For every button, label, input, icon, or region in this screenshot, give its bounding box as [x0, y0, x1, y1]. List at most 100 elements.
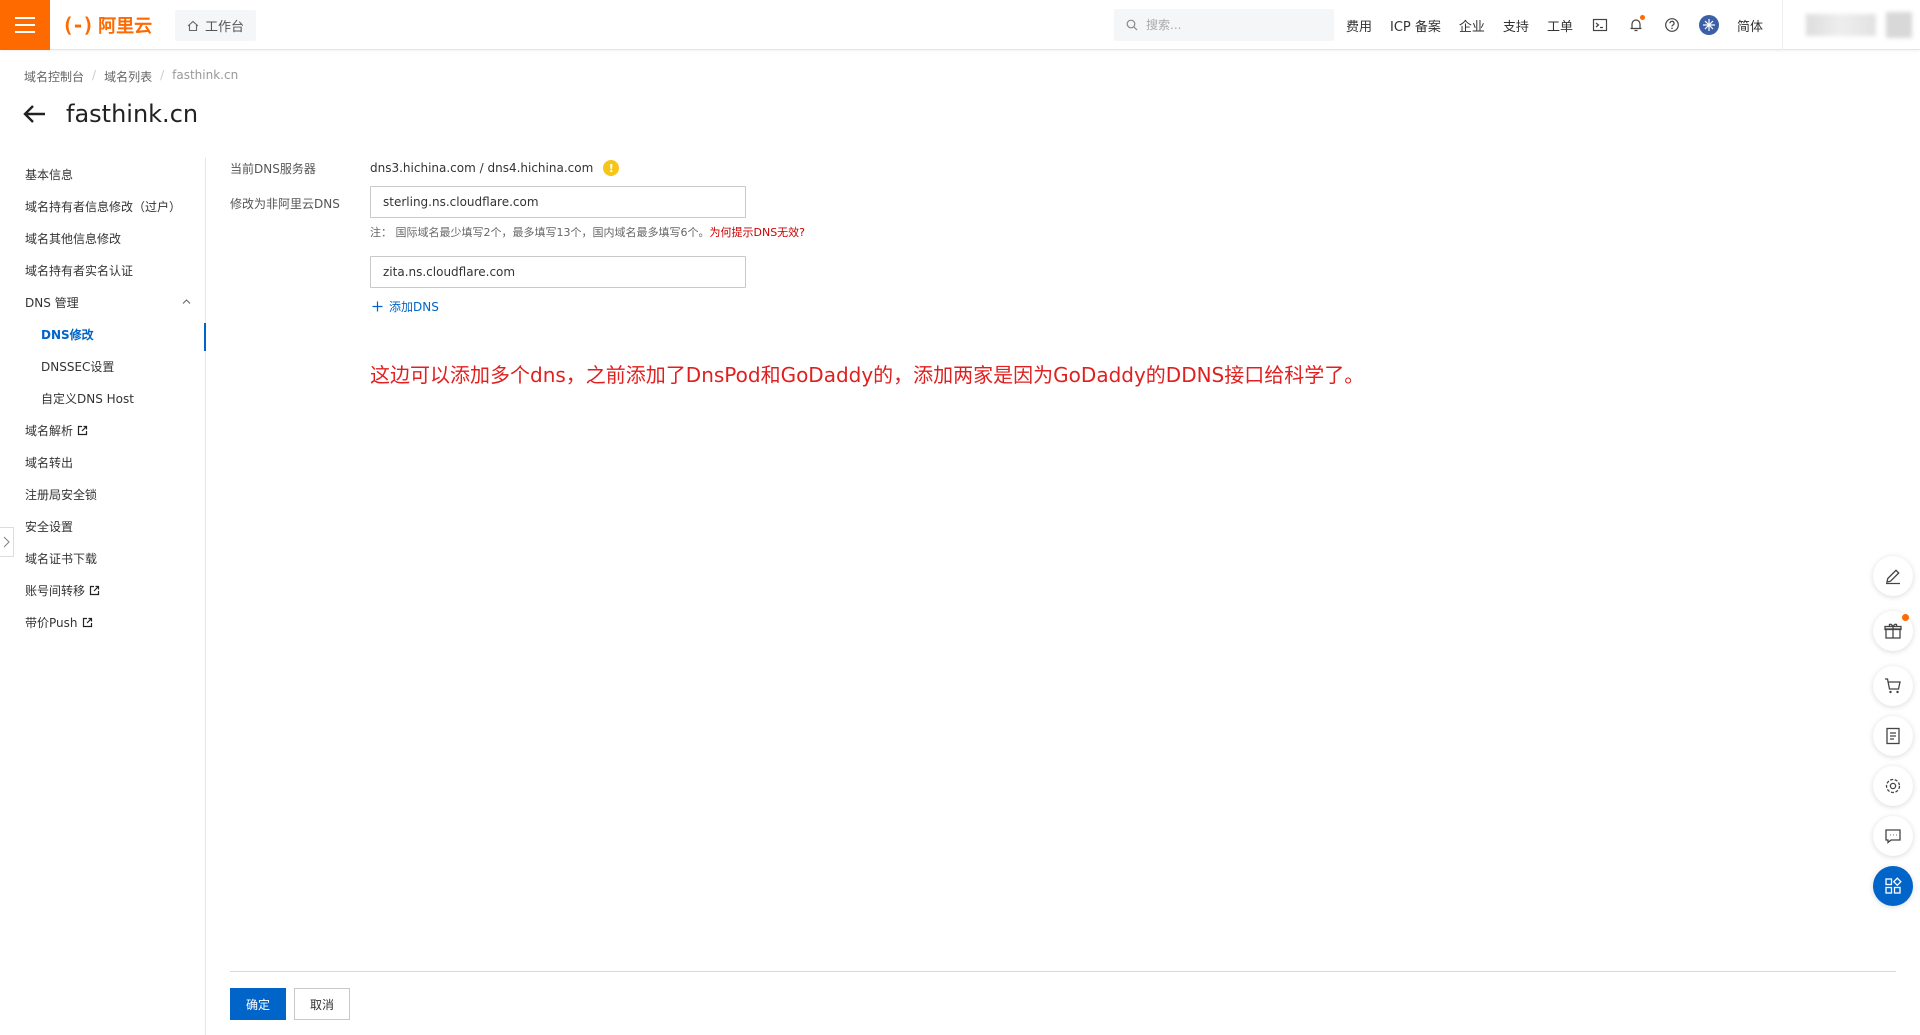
help-icon[interactable]: [1663, 16, 1681, 34]
sidebar-item-label: 域名解析: [25, 423, 74, 438]
search-icon: [1126, 19, 1138, 31]
chat-button[interactable]: [1873, 816, 1913, 856]
title-row: fasthink.cn: [22, 100, 198, 128]
current-dns-value: dns3.hichina.com / dns4.hichina.com !: [370, 160, 620, 176]
dns-invalid-help-link[interactable]: 为何提示DNS无效?: [710, 226, 806, 239]
dns-note-text: 注： 国际域名最少填写2个，最多填写13个，国内域名最多填写6个。: [370, 226, 710, 239]
workbench-button[interactable]: 工作台: [175, 10, 257, 41]
terminal-icon[interactable]: [1591, 16, 1609, 34]
document-button[interactable]: [1873, 716, 1913, 756]
sidebar-item-security[interactable]: 安全设置: [0, 510, 205, 542]
logo-mark: (-): [62, 13, 94, 37]
chevron-up-icon: [182, 299, 191, 304]
search-box[interactable]: [1114, 9, 1334, 41]
breadcrumb-separator: /: [160, 68, 165, 82]
sidebar-item-account-transfer[interactable]: 账号间转移: [0, 574, 205, 606]
page-title: fasthink.cn: [66, 100, 199, 128]
breadcrumb-item[interactable]: 域名列表: [104, 68, 152, 85]
cart-button[interactable]: [1873, 666, 1913, 706]
sidebar-item-label: 带价Push: [25, 615, 78, 630]
sidebar-item-label: 基本信息: [25, 167, 74, 182]
current-dns-text: dns3.hichina.com / dns4.hichina.com: [370, 161, 594, 175]
menu-icon[interactable]: [0, 0, 50, 50]
external-link-icon: [89, 585, 100, 595]
apps-icon: [1885, 877, 1902, 894]
chat-icon: [1885, 829, 1901, 844]
notification-dot: [1639, 15, 1645, 20]
sidebar-item-dnssec[interactable]: DNSSEC设置: [0, 350, 205, 382]
sidebar-item-other-info[interactable]: 域名其他信息修改: [0, 222, 205, 254]
nav-ticket[interactable]: 工单: [1547, 16, 1573, 35]
nav-icp[interactable]: ICP 备案: [1390, 16, 1441, 35]
document-icon: [1886, 727, 1900, 745]
nav-fees[interactable]: 费用: [1346, 16, 1372, 35]
workbench-label: 工作台: [205, 20, 245, 35]
external-link-icon: [77, 425, 88, 435]
sidebar-item-label: DNS修改: [41, 327, 94, 342]
dns-input-2[interactable]: [370, 256, 746, 288]
sidebar-item-label: DNS 管理: [25, 295, 79, 310]
breadcrumb: 域名控制台 / 域名列表 / fasthink.cn: [24, 68, 238, 85]
add-dns-button[interactable]: 添加DNS: [372, 298, 439, 315]
feedback-button[interactable]: [1873, 556, 1913, 596]
sidebar-collapse-toggle[interactable]: [0, 527, 14, 557]
top-bar: (-) 阿里云 工作台 费用 ICP 备案 企业 支持 工单 简体: [0, 0, 1920, 50]
sidebar-item-label: 域名证书下载: [25, 551, 98, 566]
bell-icon[interactable]: [1627, 15, 1645, 34]
logo-text: 阿里云: [98, 16, 153, 37]
current-dns-label: 当前DNS服务器: [230, 162, 316, 176]
sidebar-item-dns-management[interactable]: DNS 管理: [0, 286, 205, 318]
sidebar-item-label: 安全设置: [25, 519, 74, 534]
aliyun-logo[interactable]: (-) 阿里云: [62, 13, 152, 37]
globe-icon[interactable]: [1698, 15, 1719, 35]
home-icon: [187, 20, 199, 31]
apps-button[interactable]: [1873, 866, 1913, 906]
dns-note: 注： 国际域名最少填写2个，最多填写13个，国内域名最多填写6个。为何提示DNS…: [370, 224, 805, 240]
sidebar-item-basic-info[interactable]: 基本信息: [0, 158, 205, 190]
avatar: [1886, 12, 1912, 38]
search-input[interactable]: [1146, 18, 1316, 32]
sidebar-item-dns-resolve[interactable]: 域名解析: [0, 414, 205, 446]
sidebar-item-label: 域名转出: [25, 455, 74, 470]
breadcrumb-current: fasthink.cn: [172, 68, 239, 82]
sidebar-item-dns-modify[interactable]: DNS修改: [0, 318, 206, 351]
gift-icon: [1884, 623, 1902, 639]
external-link-icon: [82, 617, 92, 627]
sidebar-item-registry-lock[interactable]: 注册局安全锁: [0, 478, 205, 510]
annotation-text: 这边可以添加多个dns，之前添加了DnsPod和GoDaddy的，添加两家是因为…: [370, 363, 1365, 387]
sidebar-item-label: 域名其他信息修改: [25, 231, 122, 246]
breadcrumb-item[interactable]: 域名控制台: [24, 68, 84, 85]
footer-divider: [230, 971, 1896, 972]
add-dns-label: 添加DNS: [389, 300, 439, 314]
change-dns-label: 修改为非阿里云DNS: [230, 197, 340, 211]
chevron-right-icon: [3, 536, 10, 548]
settings-button[interactable]: [1873, 766, 1913, 806]
sidebar-item-label: 域名持有者信息修改（过户）: [25, 199, 182, 214]
sidebar-item-priced-push[interactable]: 带价Push: [0, 606, 205, 638]
warning-icon[interactable]: !: [603, 160, 620, 176]
sidebar-item-certificate[interactable]: 域名证书下载: [0, 542, 205, 574]
sidebar-item-custom-dns-host[interactable]: 自定义DNS Host: [0, 382, 205, 414]
account-name: [1806, 14, 1876, 36]
breadcrumb-separator: /: [92, 68, 97, 82]
sidebar-item-label: 域名持有者实名认证: [25, 263, 134, 278]
cancel-button[interactable]: 取消: [294, 988, 350, 1020]
top-nav: 费用 ICP 备案 企业 支持 工单 简体: [1346, 0, 1763, 50]
sidebar-item-realname[interactable]: 域名持有者实名认证: [0, 254, 205, 286]
settings-icon: [1885, 778, 1901, 794]
sidebar-item-label: DNSSEC设置: [41, 359, 115, 374]
plus-icon: [372, 301, 383, 312]
language-switch[interactable]: 简体: [1737, 16, 1763, 35]
nav-enterprise[interactable]: 企业: [1459, 16, 1485, 35]
sidebar-item-holder-change[interactable]: 域名持有者信息修改（过户）: [0, 190, 205, 222]
user-profile[interactable]: [1782, 0, 1920, 50]
confirm-button[interactable]: 确定: [230, 988, 286, 1020]
cart-icon: [1885, 678, 1901, 694]
gift-button[interactable]: [1873, 611, 1913, 651]
nav-support[interactable]: 支持: [1503, 16, 1529, 35]
sidebar: 基本信息 域名持有者信息修改（过户） 域名其他信息修改 域名持有者实名认证 DN…: [0, 158, 206, 1035]
sidebar-item-transfer-out[interactable]: 域名转出: [0, 446, 205, 478]
gift-notification-dot: [1902, 614, 1909, 621]
dns-input-1[interactable]: [370, 186, 746, 218]
back-arrow-icon[interactable]: [22, 101, 48, 127]
